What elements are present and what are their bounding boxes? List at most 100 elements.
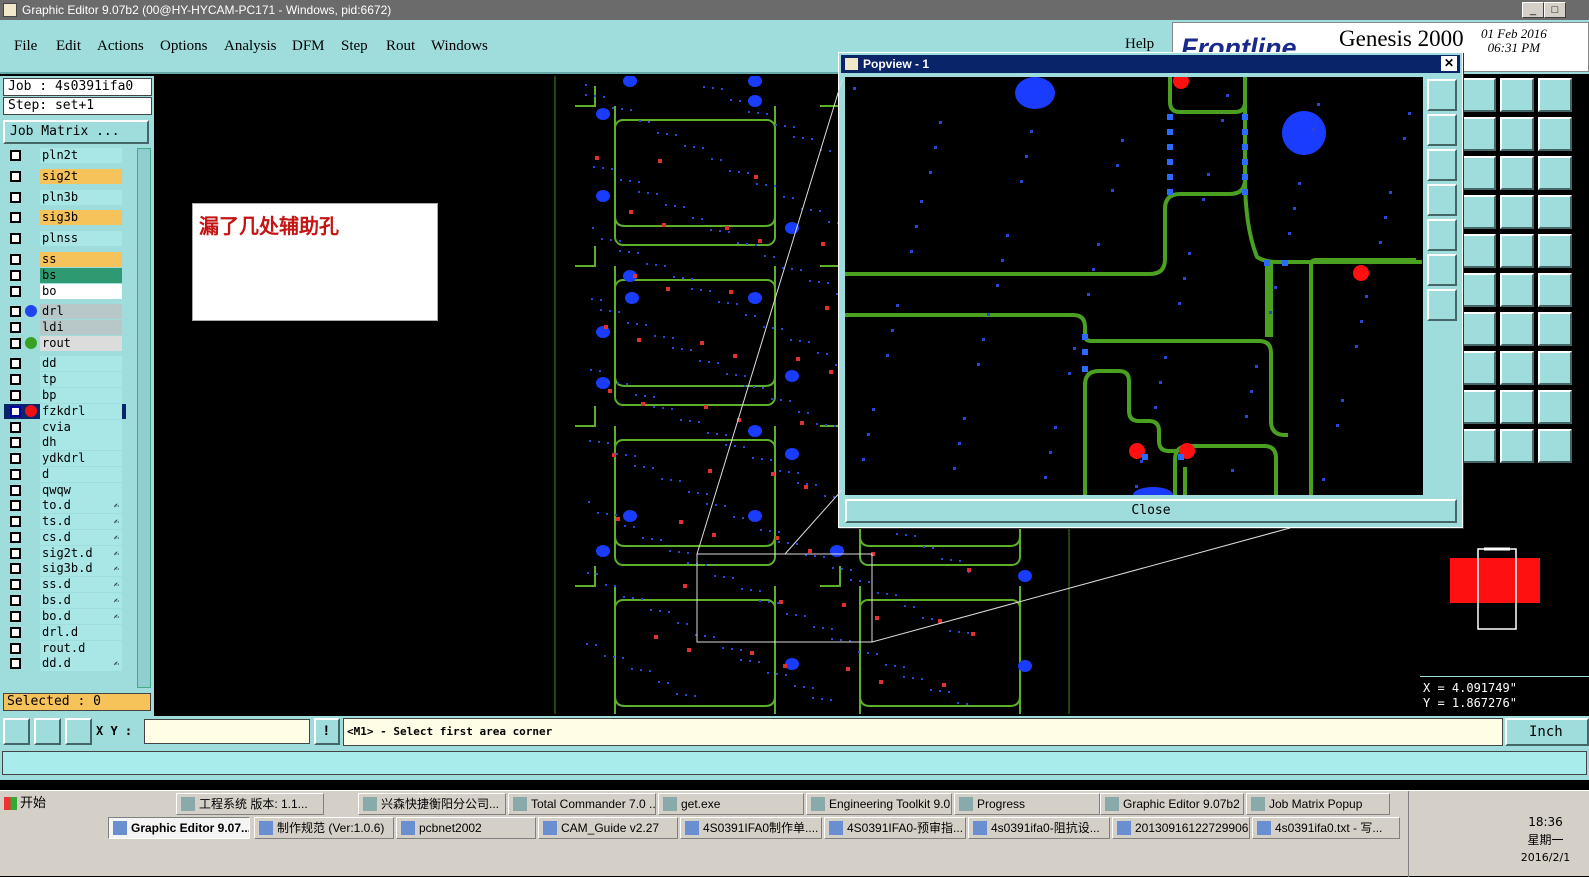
menu-actions[interactable]: Actions bbox=[97, 38, 144, 55]
taskbar-button[interactable]: 工程系统 版本: 1.1... bbox=[176, 793, 324, 815]
taskbar-button[interactable]: Graphic Editor 9.07b2 ... bbox=[1100, 793, 1244, 815]
menu-file[interactable]: File bbox=[14, 38, 37, 55]
layer-row-dd.d[interactable]: dd.d ✍ bbox=[4, 656, 126, 671]
taskbar-button[interactable]: 制作规范 (Ver:1.0.6) bbox=[254, 817, 394, 839]
taskbar-button[interactable]: Total Commander 7.0 ... bbox=[508, 793, 656, 815]
taskbar-button[interactable]: CAM_Guide v2.27 bbox=[538, 817, 678, 839]
layer-checkbox[interactable] bbox=[10, 233, 21, 244]
taskbar-button[interactable]: 4s0391ifa0-阻抗设... bbox=[968, 817, 1110, 839]
layer-checkbox[interactable] bbox=[10, 212, 21, 223]
layer-checkbox[interactable] bbox=[10, 516, 21, 527]
taskbar-button[interactable]: Progress bbox=[954, 793, 1100, 815]
layer-scrollbar[interactable] bbox=[137, 148, 151, 688]
layer-checkbox[interactable] bbox=[10, 254, 21, 265]
layer-row-sig2t[interactable]: sig2t bbox=[4, 169, 126, 184]
layer-row-qwqw[interactable]: qwqw bbox=[4, 483, 126, 498]
taskbar-button[interactable]: 4S0391IFA0-预审指... bbox=[824, 817, 966, 839]
job-matrix-button[interactable]: Job Matrix ... bbox=[3, 120, 149, 144]
menu-rout[interactable]: Rout bbox=[386, 38, 415, 55]
layer-checkbox[interactable] bbox=[10, 422, 21, 433]
layer-checkbox[interactable] bbox=[10, 658, 21, 669]
layer-checkbox[interactable] bbox=[10, 453, 21, 464]
zoom-home-icon[interactable] bbox=[1427, 114, 1457, 146]
layer-row-sig3b[interactable]: sig3b bbox=[4, 210, 126, 225]
grid-mode-icon[interactable] bbox=[65, 718, 92, 745]
step-icon[interactable] bbox=[1500, 117, 1534, 151]
popview-close-icon[interactable]: ✕ bbox=[1441, 56, 1457, 71]
taskbar-button[interactable]: 20130916122729906... bbox=[1112, 817, 1250, 839]
xy-input[interactable] bbox=[144, 719, 310, 744]
save-icon[interactable] bbox=[1462, 78, 1496, 112]
menu-options[interactable]: Options bbox=[160, 38, 208, 55]
zoom-in-icon[interactable] bbox=[1427, 79, 1457, 111]
taskbar-button[interactable]: pcbnet2002 bbox=[396, 817, 536, 839]
layer-checkbox[interactable] bbox=[10, 270, 21, 281]
taskbar-button[interactable]: Engineering Toolkit 9.0... bbox=[806, 793, 952, 815]
layer-checkbox[interactable] bbox=[10, 322, 21, 333]
menu-help[interactable]: Help bbox=[1125, 36, 1154, 53]
refresh-icon[interactable] bbox=[1427, 219, 1457, 251]
clock[interactable]: 18:36 星期一 2016/2/1 bbox=[1503, 813, 1588, 867]
panel-icon[interactable] bbox=[1538, 78, 1572, 112]
taskbar-button[interactable]: 4S0391IFA0制作单.... bbox=[680, 817, 822, 839]
select-mode-icon[interactable] bbox=[3, 718, 30, 745]
layer-row-bp[interactable]: bp bbox=[4, 388, 126, 403]
taskbar-button[interactable]: 4s0391ifa0.txt - 写... bbox=[1252, 817, 1400, 839]
layer-row-bo.d[interactable]: bo.d ✍ bbox=[4, 609, 126, 624]
layer-checkbox[interactable] bbox=[10, 548, 21, 559]
layer-row-pln2t[interactable]: pln2t bbox=[4, 148, 126, 163]
window-icon[interactable] bbox=[1538, 117, 1572, 151]
layer-row-drl.d[interactable]: drl.d bbox=[4, 625, 126, 640]
layer-row-ts.d[interactable]: ts.d ✍ bbox=[4, 514, 126, 529]
pan-icon[interactable] bbox=[1427, 184, 1457, 216]
layer-checkbox[interactable] bbox=[10, 390, 21, 401]
menu-dfm[interactable]: DFM bbox=[292, 38, 325, 55]
layer-checkbox[interactable] bbox=[10, 563, 21, 574]
layer-checkbox[interactable] bbox=[10, 500, 21, 511]
layer-row-ydkdrl[interactable]: ydkdrl bbox=[4, 451, 126, 466]
layer-row-ldi[interactable]: ldi bbox=[4, 320, 126, 335]
menu-step[interactable]: Step bbox=[341, 38, 368, 55]
menu-windows[interactable]: Windows bbox=[431, 38, 488, 55]
layer-row-rout.d[interactable]: rout.d bbox=[4, 641, 126, 656]
fit-icon[interactable] bbox=[1427, 254, 1457, 286]
layer-checkbox[interactable] bbox=[10, 579, 21, 590]
home-icon[interactable] bbox=[1500, 78, 1534, 112]
layer-row-ss[interactable]: ss bbox=[4, 252, 126, 267]
taskbar-button[interactable]: get.exe bbox=[658, 793, 804, 815]
taskbar-button[interactable]: Graphic Editor 9.07... bbox=[108, 817, 250, 839]
layer-row-fzkdrl[interactable]: fzkdrl bbox=[4, 404, 126, 419]
layer-row-drl[interactable]: drl bbox=[4, 304, 126, 319]
layer-row-cvia[interactable]: cvia bbox=[4, 420, 126, 435]
units-button[interactable]: Inch bbox=[1505, 718, 1589, 746]
layer-checkbox[interactable] bbox=[10, 437, 21, 448]
layer-checkbox[interactable] bbox=[10, 286, 21, 297]
layer-row-bo[interactable]: bo bbox=[4, 284, 126, 299]
layer-row-to.d[interactable]: to.d ✍ bbox=[4, 498, 126, 513]
popview-close-button[interactable]: Close bbox=[845, 499, 1457, 523]
alert-icon[interactable]: ! bbox=[314, 718, 340, 745]
layer-checkbox[interactable] bbox=[10, 306, 21, 317]
taskbar-button[interactable]: Job Matrix Popup bbox=[1246, 793, 1390, 815]
export-icon[interactable] bbox=[1462, 117, 1496, 151]
layer-row-sig2t.d[interactable]: sig2t.d ✍ bbox=[4, 546, 126, 561]
layer-row-cs.d[interactable]: cs.d ✍ bbox=[4, 530, 126, 545]
layer-checkbox[interactable] bbox=[10, 374, 21, 385]
layer-checkbox[interactable] bbox=[10, 595, 21, 606]
layer-row-d[interactable]: d bbox=[4, 467, 126, 482]
layer-row-dh[interactable]: dh bbox=[4, 435, 126, 450]
layer-checkbox[interactable] bbox=[10, 406, 21, 417]
layer-row-bs.d[interactable]: bs.d ✍ bbox=[4, 593, 126, 608]
layer-checkbox[interactable] bbox=[10, 469, 21, 480]
snap-mode-icon[interactable] bbox=[34, 718, 61, 745]
layer-checkbox[interactable] bbox=[10, 627, 21, 638]
taskbar-button[interactable]: 兴森快捷衡阳分公司... bbox=[358, 793, 506, 815]
popview-canvas[interactable] bbox=[845, 77, 1423, 495]
layer-row-sig3b.d[interactable]: sig3b.d ✍ bbox=[4, 561, 126, 576]
layer-row-tp[interactable]: tp bbox=[4, 372, 126, 387]
layer-row-pln3b[interactable]: pln3b bbox=[4, 190, 126, 205]
minimize-button[interactable]: _ bbox=[1522, 2, 1544, 18]
maximize-button[interactable]: □ bbox=[1544, 2, 1566, 18]
layer-row-ss.d[interactable]: ss.d ✍ bbox=[4, 577, 126, 592]
zoom-out-icon[interactable] bbox=[1427, 149, 1457, 181]
